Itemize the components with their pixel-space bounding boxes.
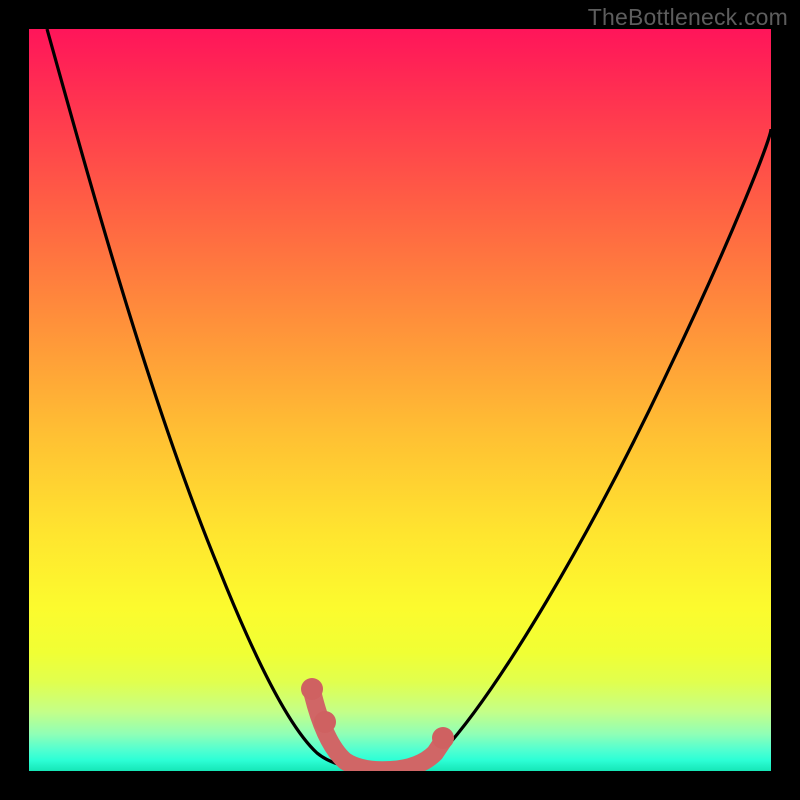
- valley-dot-icon: [432, 727, 454, 749]
- bottleneck-curve: [47, 29, 771, 770]
- watermark-text: TheBottleneck.com: [588, 4, 788, 31]
- valley-dot-icon: [301, 678, 323, 700]
- plot-area: [29, 29, 771, 771]
- curve-layer: [29, 29, 771, 771]
- chart-frame: TheBottleneck.com: [0, 0, 800, 800]
- valley-highlight-stroke: [313, 695, 443, 770]
- valley-dot-icon: [314, 711, 336, 733]
